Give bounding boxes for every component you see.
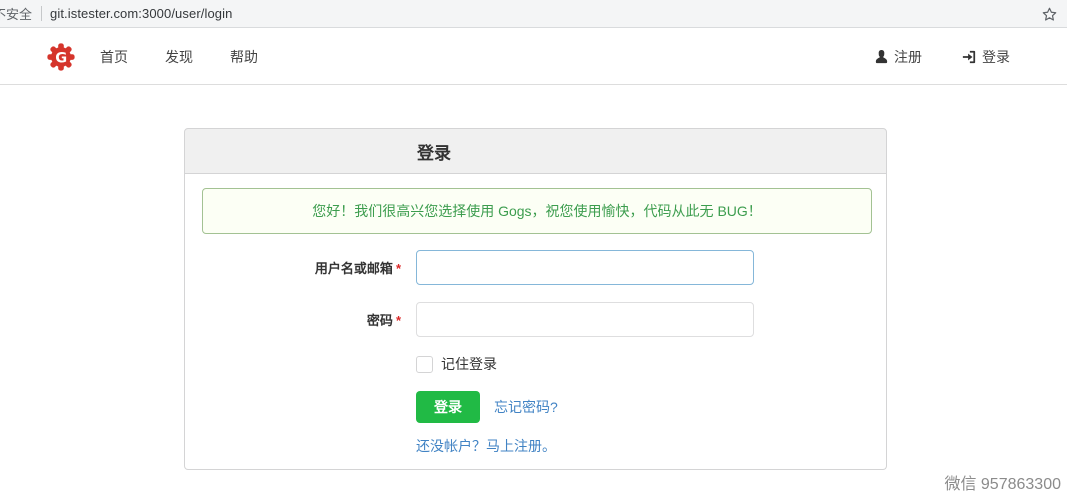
password-input[interactable] <box>416 302 754 337</box>
required-asterisk: * <box>396 261 401 276</box>
register-now-link[interactable]: 还没帐户？马上注册。 <box>416 438 556 454</box>
person-icon <box>875 49 888 64</box>
form-header: 登录 <box>184 128 887 174</box>
login-form-card: 登录 您好！我们很高兴您选择使用 Gogs，祝您使用愉快，代码从此无 BUG！ … <box>184 128 887 470</box>
username-field-row: 用户名或邮箱* <box>202 250 872 285</box>
welcome-message-text: 您好！我们很高兴您选择使用 Gogs，祝您使用愉快，代码从此无 BUG！ <box>312 201 762 221</box>
username-label: 用户名或邮箱* <box>202 258 401 277</box>
url-text[interactable]: git.istester.com:3000/user/login <box>50 6 232 21</box>
required-asterisk: * <box>396 313 401 328</box>
nav-item-explore[interactable]: 发现 <box>165 47 193 67</box>
gogs-logo[interactable]: G <box>46 42 76 72</box>
form-body: 您好！我们很高兴您选择使用 Gogs，祝您使用愉快，代码从此无 BUG！ 用户名… <box>184 174 887 470</box>
address-separator <box>41 6 42 21</box>
nav-item-register-label: 注册 <box>894 47 922 67</box>
nav-item-home[interactable]: 首页 <box>100 47 128 67</box>
nav-item-signin-label: 登录 <box>982 47 1010 67</box>
signin-button[interactable]: 登录 <box>416 391 480 423</box>
bookmark-star-icon[interactable] <box>1040 5 1058 23</box>
register-row: 还没帐户？马上注册。 <box>416 439 872 454</box>
form-title: 登录 <box>417 139 451 164</box>
wechat-watermark: 微信 957863300 <box>944 470 1061 494</box>
app-navbar: G 首页 发现 帮助 注册 登录 <box>0 29 1067 85</box>
nav-item-signin[interactable]: 登录 <box>962 47 1010 67</box>
actions-row: 登录 忘记密码? <box>416 391 872 423</box>
remember-me-checkbox[interactable] <box>416 356 433 373</box>
remember-me-label[interactable]: 记住登录 <box>441 354 497 374</box>
forgot-password-link[interactable]: 忘记密码? <box>494 397 558 417</box>
username-input[interactable] <box>416 250 754 285</box>
sign-in-icon <box>962 50 976 64</box>
navbar-right: 注册 登录 <box>875 47 1010 67</box>
security-label[interactable]: 不安全 <box>0 4 32 23</box>
omnibox[interactable]: 不安全 git.istester.com:3000/user/login <box>0 0 232 27</box>
remember-me-row: 记住登录 <box>416 354 872 374</box>
nav-item-register[interactable]: 注册 <box>875 47 922 67</box>
welcome-message: 您好！我们很高兴您选择使用 Gogs，祝您使用愉快，代码从此无 BUG！ <box>202 188 872 234</box>
password-label: 密码* <box>202 310 401 329</box>
browser-address-bar: 不安全 git.istester.com:3000/user/login <box>0 0 1067 28</box>
password-field-row: 密码* <box>202 302 872 337</box>
svg-text:G: G <box>55 50 67 66</box>
nav-item-help[interactable]: 帮助 <box>230 47 258 67</box>
